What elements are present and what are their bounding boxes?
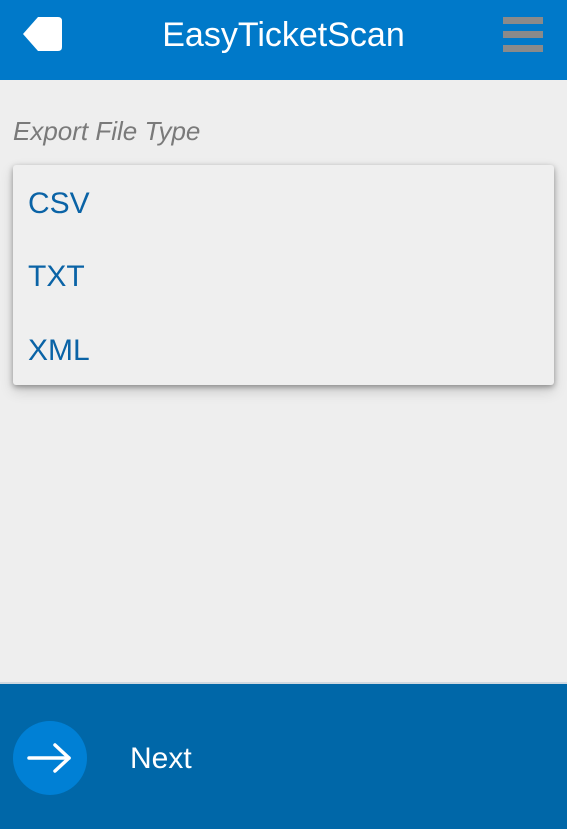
bottom-bar: Next [0,682,567,829]
option-csv[interactable]: CSV [28,184,90,224]
export-file-type-dropdown: CSV TXT XML [13,165,554,385]
option-txt[interactable]: TXT [28,257,85,297]
app-header: EasyTicketScan [0,0,567,80]
menu-button[interactable] [500,14,546,54]
export-file-type-label: Export File Type [13,116,201,146]
next-button[interactable] [13,721,87,795]
option-xml[interactable]: XML [28,331,90,371]
app-title: EasyTicketScan [162,16,405,54]
arrow-right-icon [27,743,71,773]
next-label[interactable]: Next [130,740,192,778]
